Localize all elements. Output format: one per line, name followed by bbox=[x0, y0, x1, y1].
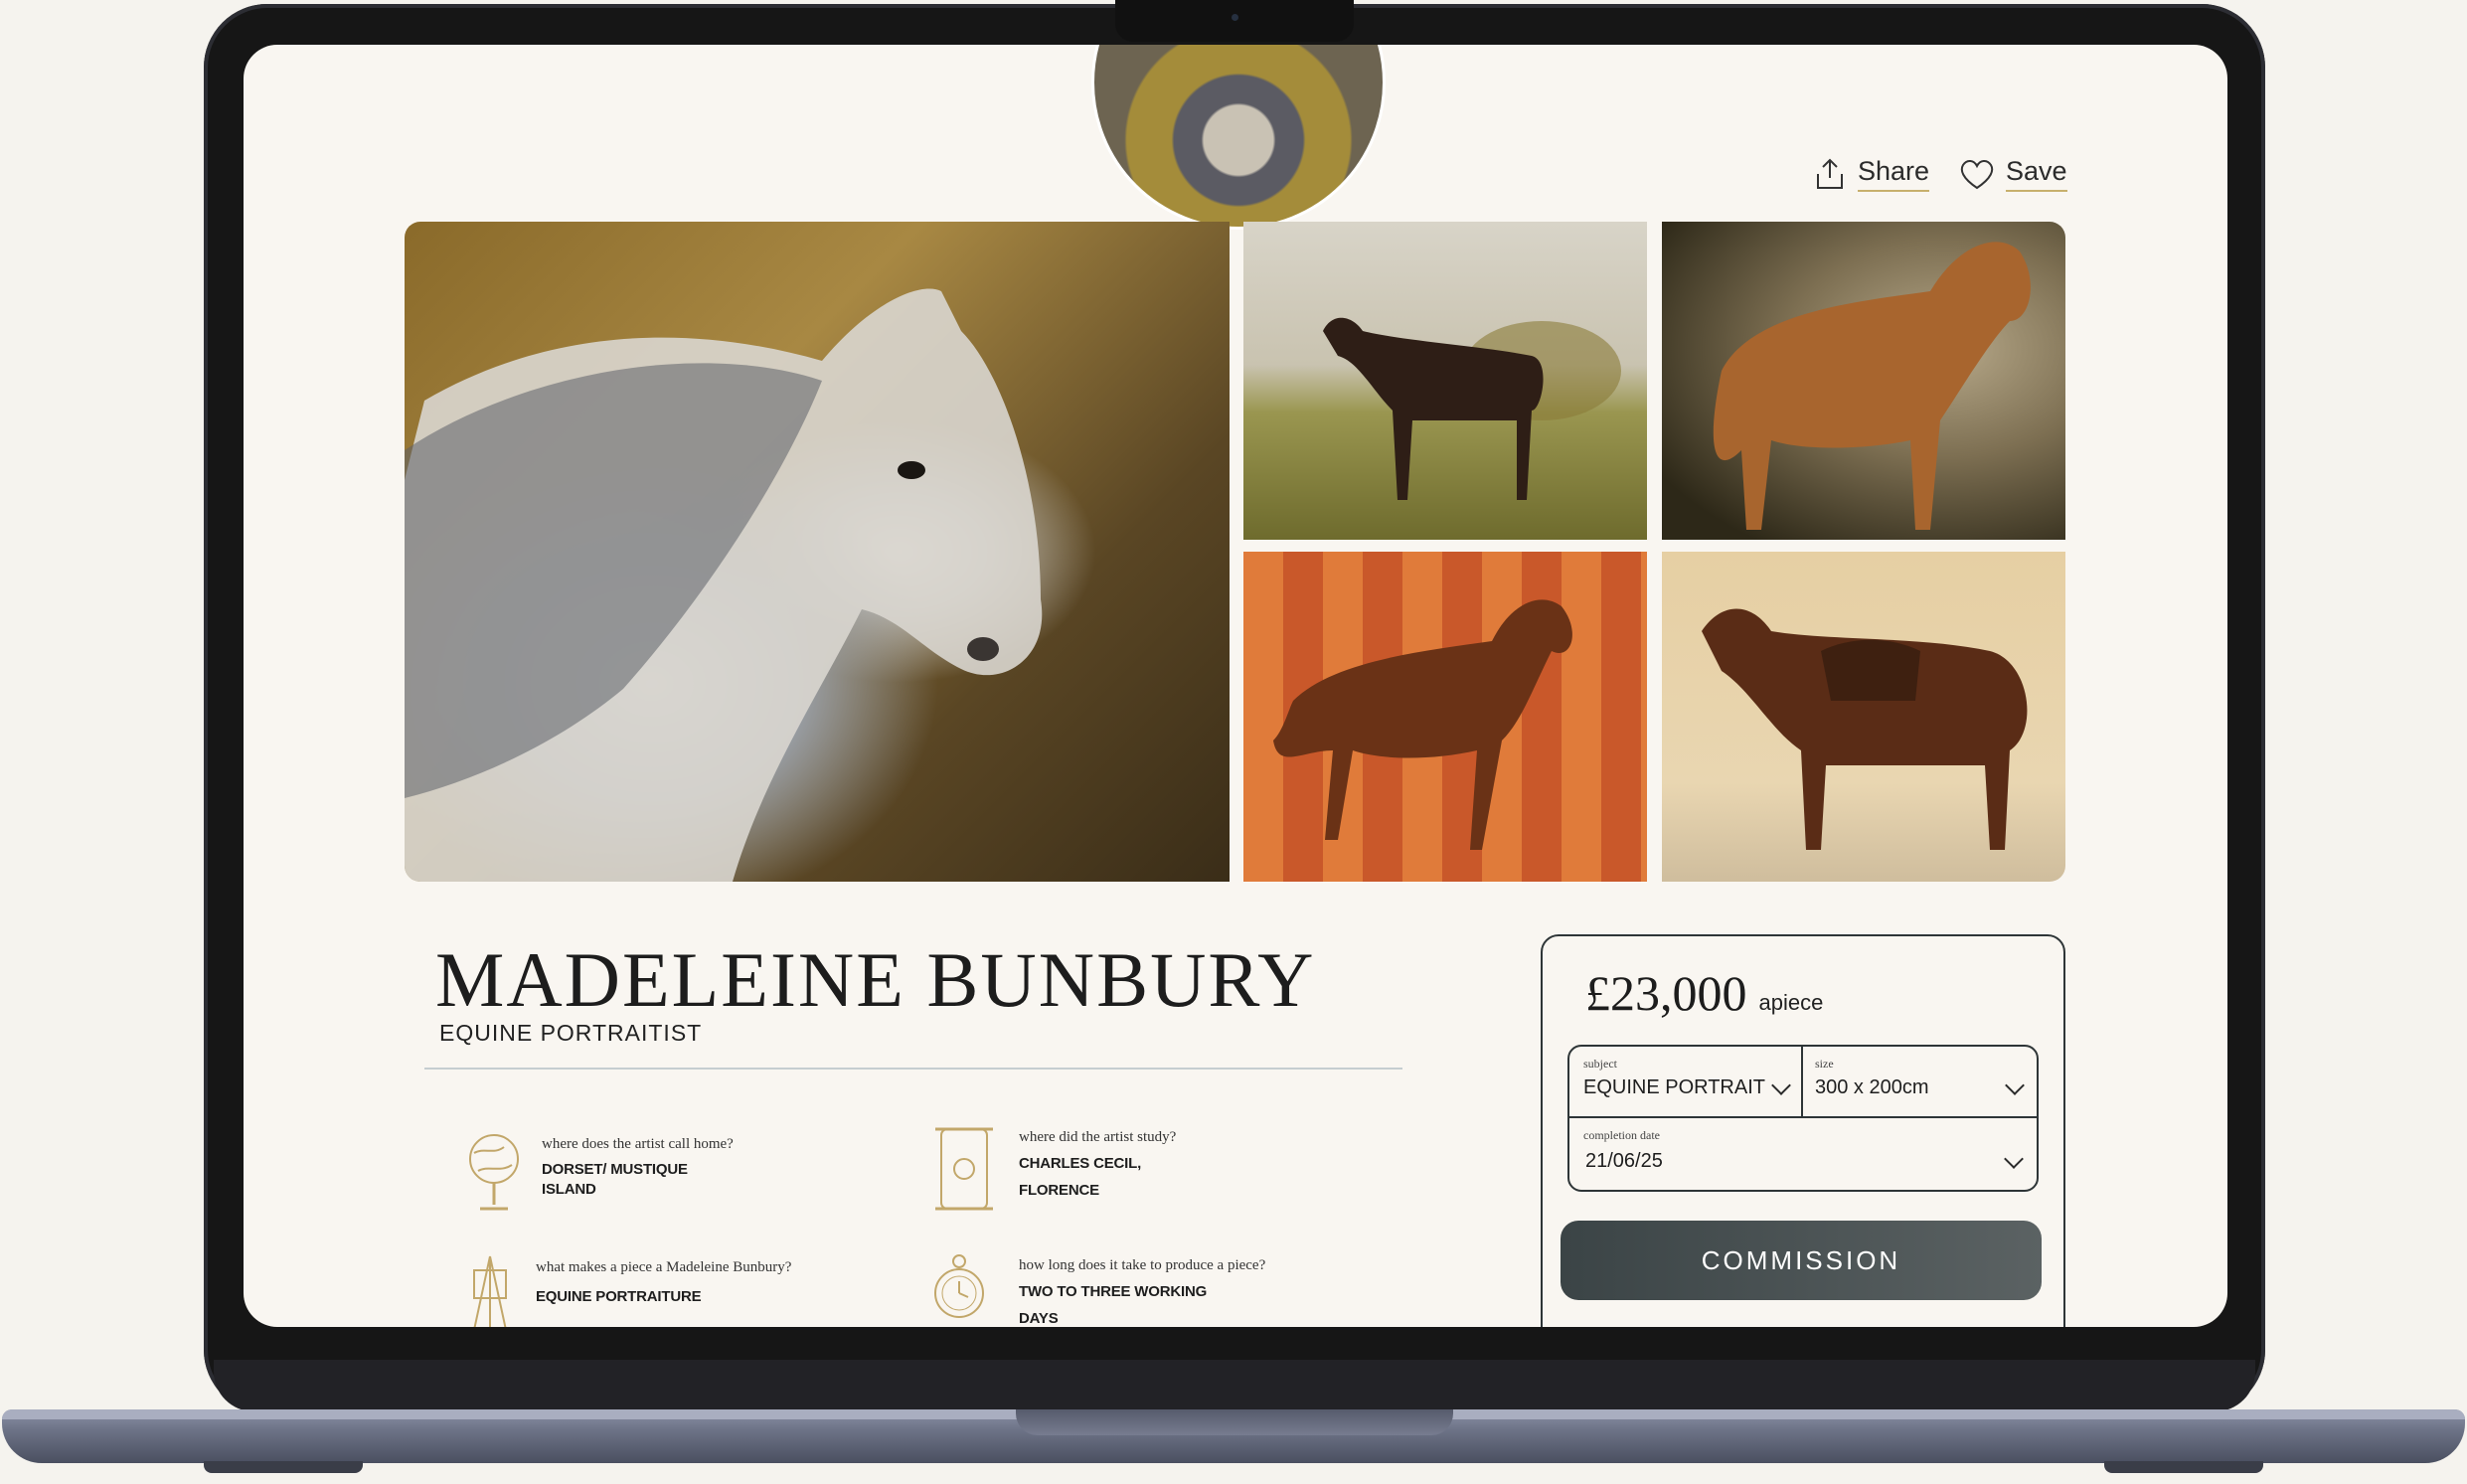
laptop-foot-right bbox=[2104, 1461, 2263, 1473]
bay-horse-walking bbox=[1273, 599, 1572, 850]
fact-answer-duration-line1: TWO TO THREE WORKING bbox=[1019, 1283, 1208, 1300]
fact-question-duration: how long does it take to produce a piece… bbox=[1019, 1257, 1266, 1273]
size-select[interactable]: size 300 x 200cm bbox=[1803, 1047, 2035, 1116]
share-label: Share bbox=[1858, 156, 1930, 192]
laptop-foot-left bbox=[204, 1461, 363, 1473]
fact-answer-home-line2: ISLAND bbox=[542, 1181, 596, 1198]
commission-button[interactable]: COMMISSION bbox=[1561, 1221, 2042, 1300]
easel-icon bbox=[473, 1255, 507, 1327]
screen: Share Save MADELEINE BUNBURY EQUINE PORT… bbox=[244, 45, 2227, 1327]
scroll-icon bbox=[935, 1127, 993, 1211]
fact-answer-study-line2: FLORENCE bbox=[1019, 1182, 1099, 1199]
subject-select[interactable]: subject EQUINE PORTRAIT bbox=[1569, 1047, 1801, 1116]
size-value: 300 x 200cm bbox=[1815, 1076, 1929, 1098]
subject-value: EQUINE PORTRAIT bbox=[1583, 1076, 1765, 1098]
white-horse-head bbox=[405, 288, 1043, 882]
completion-date-select[interactable]: completion date 21/06/25 bbox=[1569, 1118, 2035, 1188]
camera-notch bbox=[1115, 0, 1354, 42]
gallery-painting-chestnut-horse[interactable] bbox=[1662, 222, 2065, 540]
laptop-lid-notch bbox=[1016, 1409, 1453, 1435]
share-button[interactable]: Share bbox=[1812, 156, 1930, 192]
price-unit: apiece bbox=[1758, 990, 1824, 1015]
chestnut-horse-standing bbox=[1713, 242, 2031, 531]
share-icon bbox=[1817, 158, 1843, 189]
size-label: size bbox=[1815, 1057, 1834, 1071]
completion-date-value: 21/06/25 bbox=[1585, 1150, 1663, 1172]
globe-icon bbox=[469, 1134, 519, 1211]
gallery-painting-dark-horse-landscape[interactable] bbox=[1243, 222, 1647, 540]
completion-date-label: completion date bbox=[1583, 1128, 1660, 1142]
price: £23,000 bbox=[1585, 965, 1747, 1021]
artist-name: MADELEINE BUNBURY bbox=[435, 936, 1316, 1023]
fact-question-study: where did the artist study? bbox=[1019, 1129, 1177, 1145]
fact-answer-duration-line2: DAYS bbox=[1019, 1310, 1059, 1327]
save-button[interactable]: Save bbox=[1958, 156, 2067, 192]
pocket-watch-icon bbox=[934, 1254, 984, 1318]
chevron-down-icon bbox=[1771, 1075, 1791, 1095]
artist-role: EQUINE PORTRAITIST bbox=[439, 1020, 703, 1046]
saddled-horse-profile bbox=[1702, 608, 2028, 850]
save-label: Save bbox=[2006, 156, 2067, 192]
gallery-painting-horse-orange-stripes[interactable] bbox=[1243, 552, 1647, 882]
fact-question-signature: what makes a piece a Madeleine Bunbury? bbox=[536, 1259, 792, 1275]
fact-answer-signature: EQUINE PORTRAITURE bbox=[536, 1288, 702, 1305]
gallery-painting-saddled-horse[interactable] bbox=[1662, 552, 2065, 882]
divider bbox=[424, 1068, 1402, 1070]
subject-label: subject bbox=[1583, 1057, 1617, 1071]
chevron-down-icon bbox=[2005, 1075, 2025, 1095]
fact-answer-study-line1: CHARLES CECIL, bbox=[1019, 1155, 1142, 1172]
heart-icon bbox=[1960, 160, 1994, 190]
dark-horse-standing bbox=[1323, 317, 1621, 500]
gallery-main-painting[interactable] bbox=[405, 222, 1230, 882]
price-row: £23,000 apiece bbox=[1585, 964, 1823, 1022]
fact-question-home: where does the artist call home? bbox=[542, 1136, 734, 1152]
camera-icon bbox=[1232, 14, 1238, 21]
chevron-down-icon bbox=[2004, 1149, 2024, 1169]
fact-answer-home-line1: DORSET/ MUSTIQUE bbox=[542, 1161, 688, 1178]
laptop-chin bbox=[214, 1360, 2255, 1411]
artist-avatar bbox=[1091, 45, 1386, 230]
